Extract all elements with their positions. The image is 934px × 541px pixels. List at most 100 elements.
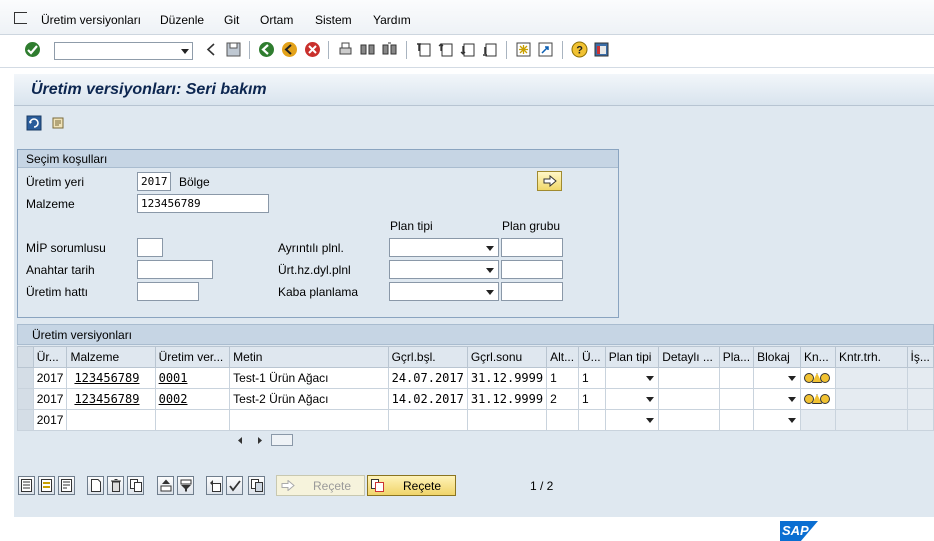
refresh-icon[interactable] [26,115,42,131]
cell-valid-from[interactable] [387,409,468,431]
chevron-down-icon[interactable] [486,290,494,295]
copy-entry-button[interactable] [127,476,144,495]
cell-plan-type[interactable] [604,388,660,410]
menu-system[interactable]: Sistem [315,13,352,27]
select-block-button[interactable] [38,476,55,495]
column-header-alternative-bom[interactable]: Alt... [546,346,579,368]
column-header-valid-from[interactable]: Gçrl.bşl. [387,346,468,368]
chevron-down-icon[interactable] [181,49,189,54]
cell-production-version[interactable]: 0001 [154,367,231,389]
save-icon[interactable] [225,41,242,58]
menu-help[interactable]: Yardım [373,13,411,27]
table-row[interactable]: 2017 123456789 0001 Test-1 Ürün Ağacı 24… [17,367,934,389]
chevron-down-icon[interactable] [646,418,655,423]
cell-text[interactable] [229,409,389,431]
check-entries-button[interactable] [226,476,243,495]
cell-plan-type[interactable] [604,367,660,389]
row-selector[interactable] [17,409,34,431]
chevron-down-icon[interactable] [787,397,796,402]
cell-production-version[interactable]: 0002 [154,388,231,410]
new-session-icon[interactable] [515,41,532,58]
new-entry-button[interactable] [87,476,104,495]
cell-alternative-bom[interactable] [546,409,579,431]
scroll-document-icon[interactable] [50,115,66,131]
production-line-input[interactable] [137,282,199,301]
help-icon[interactable]: ? [571,41,588,58]
cell-detailed-planning[interactable] [658,367,720,389]
cell-lock[interactable] [753,388,801,410]
table-row[interactable]: 2017 [17,409,934,431]
details-button[interactable] [248,476,265,495]
next-page-icon[interactable] [459,41,476,58]
enter-check-icon[interactable] [24,41,41,58]
select-all-cell[interactable] [17,346,34,368]
cell-plan-type[interactable] [604,409,660,431]
chevron-down-icon[interactable] [787,376,796,381]
undo-button[interactable] [206,476,223,495]
row-selector[interactable] [17,388,34,410]
find-next-icon[interactable] [381,41,398,58]
cell-plan[interactable] [718,367,755,389]
chevron-down-icon[interactable] [646,376,655,381]
column-header-plan-type[interactable]: Plan tipi [604,346,660,368]
recipe-button[interactable]: Reçete [367,475,456,496]
rough-cut-planning-type-select[interactable] [389,282,499,301]
mrp-controller-input[interactable] [137,238,163,257]
column-header-lock[interactable]: Blokaj [753,346,801,368]
column-header-plant[interactable]: Ür... [32,346,68,368]
column-header-check[interactable]: Kn... [799,346,836,368]
column-header-text[interactable]: Metin [229,346,389,368]
system-menu-icon[interactable] [14,12,27,24]
table-row[interactable]: 2017 123456789 0002 Test-2 Ürün Ağacı 14… [17,388,934,410]
cell-plan[interactable] [718,409,755,431]
column-header-valid-to[interactable]: Gçrl.sonu [466,346,548,368]
chevron-down-icon[interactable] [646,397,655,402]
menu-edit[interactable]: Düzenle [160,13,204,27]
row-selector[interactable] [17,367,34,389]
first-page-icon[interactable] [415,41,432,58]
version-link[interactable]: 0001 [159,371,188,385]
detailed-planning-type-select[interactable] [389,238,499,257]
horizontal-scrollbar-thumb[interactable] [271,434,293,446]
chevron-down-icon[interactable] [486,268,494,273]
exit-icon[interactable] [281,41,298,58]
cell-plan[interactable] [718,388,755,410]
back-icon[interactable] [203,41,220,58]
cell-lock[interactable] [753,367,801,389]
cell-material[interactable]: 123456789 [66,367,156,389]
cell-bom-usage[interactable] [577,409,606,431]
material-link[interactable]: 123456789 [70,392,139,406]
column-header-work[interactable]: İş... [906,346,934,368]
menu-production-versions[interactable]: Üretim versiyonları [41,13,141,27]
back-green-icon[interactable] [258,41,275,58]
cell-production-version[interactable] [154,409,231,431]
cell-material[interactable] [66,409,156,431]
column-header-check-date[interactable]: Kntr.trh. [834,346,908,368]
last-page-icon[interactable] [481,41,498,58]
find-icon[interactable] [359,41,376,58]
menu-environment[interactable]: Ortam [260,13,293,27]
version-link[interactable]: 0002 [159,392,188,406]
chevron-down-icon[interactable] [787,418,796,423]
chevron-down-icon[interactable] [486,246,494,251]
column-header-detailed-planning[interactable]: Detaylı ... [658,346,720,368]
scroll-left-icon[interactable] [236,436,245,445]
column-header-material[interactable]: Malzeme [66,346,156,368]
scroll-right-icon[interactable] [255,436,264,445]
rate-based-planning-type-select[interactable] [389,260,499,279]
delete-entry-button[interactable] [107,476,124,495]
cancel-icon[interactable] [304,41,321,58]
customize-layout-icon[interactable] [593,41,610,58]
rate-based-planning-group-input[interactable] [501,260,563,279]
command-field[interactable] [54,42,193,60]
cell-detailed-planning[interactable] [658,388,720,410]
material-link[interactable]: 123456789 [70,371,139,385]
column-header-bom-usage[interactable]: Ü... [577,346,606,368]
rough-cut-planning-group-input[interactable] [501,282,563,301]
material-input[interactable]: 123456789 [137,194,269,213]
print-icon[interactable] [337,41,354,58]
cell-material[interactable]: 123456789 [66,388,156,410]
cell-lock[interactable] [753,409,801,431]
deselect-all-button[interactable] [58,476,75,495]
column-header-production-version[interactable]: Üretim ver... [154,346,231,368]
